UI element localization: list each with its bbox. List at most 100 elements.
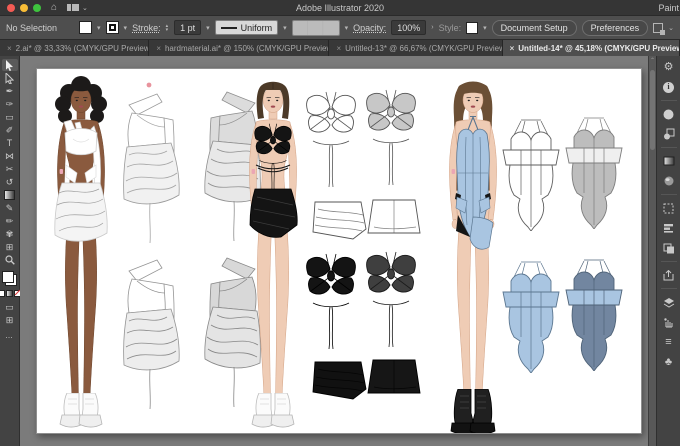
doc-tab-label: hardmaterial.ai* @ 150% (CMYK/GPU Previe… xyxy=(164,43,330,53)
gradient-button[interactable] xyxy=(6,290,13,297)
color-mode-buttons[interactable] xyxy=(0,290,21,297)
panel-icon-bar: ⚙ i ≡ ♣ xyxy=(656,56,680,446)
profile-chevron-icon[interactable]: ▾ xyxy=(283,24,287,32)
stroke-panel-icon[interactable]: ≡ xyxy=(661,335,677,349)
paintbrush-tool[interactable]: ✐ xyxy=(2,124,18,136)
fill-stroke-indicator[interactable] xyxy=(2,271,17,286)
window-title: Adobe Illustrator 2020 xyxy=(295,2,385,13)
close-tab-icon[interactable]: × xyxy=(156,44,161,53)
rotate-tool[interactable]: ↺ xyxy=(2,176,18,188)
model-b-illustration[interactable] xyxy=(248,81,298,428)
style-label: Style: xyxy=(438,22,462,33)
symbol-sprayer-tool[interactable]: ✾ xyxy=(2,228,18,240)
panel-separator xyxy=(660,147,677,148)
fill-proxy[interactable] xyxy=(2,271,14,283)
stroke-color-swatch[interactable] xyxy=(105,21,119,34)
stroke-weight-value[interactable]: 1 pt xyxy=(174,20,202,35)
look-2-flats-black[interactable] xyxy=(306,251,421,400)
style-swatch[interactable] xyxy=(466,21,479,34)
transform-panel-icon[interactable] xyxy=(661,201,677,215)
style-chevron-icon[interactable]: ▾ xyxy=(483,24,487,32)
close-tab-icon[interactable]: × xyxy=(7,44,12,53)
layers-panel-icon[interactable] xyxy=(661,295,677,309)
export-panel-icon[interactable] xyxy=(661,268,677,282)
type-tool[interactable]: T xyxy=(2,137,18,149)
look-2-flats-white[interactable] xyxy=(306,89,421,240)
brush-chevron-icon[interactable]: ▾ xyxy=(345,24,349,32)
document-setup-button[interactable]: Document Setup xyxy=(491,19,577,36)
scrollbar-thumb[interactable] xyxy=(650,70,655,150)
opacity-angle-icon[interactable]: › xyxy=(431,24,433,31)
preferences-button[interactable]: Preferences xyxy=(581,19,649,36)
curvature-tool[interactable]: ✑ xyxy=(2,98,18,110)
stroke-label[interactable]: Stroke: xyxy=(132,23,161,33)
doc-tab-label: 2.ai* @ 33,33% (CMYK/GPU Preview) xyxy=(15,43,150,53)
edit-toolbar-ellipsis[interactable]: … xyxy=(5,331,14,340)
width-tool[interactable]: ⋈ xyxy=(2,150,18,162)
stroke-chevron-icon[interactable]: ▾ xyxy=(124,24,128,32)
artboard[interactable] xyxy=(36,68,642,435)
close-tab-icon[interactable]: × xyxy=(336,44,341,53)
rectangle-tool[interactable]: ▭ xyxy=(2,111,18,123)
look-3-flats-white[interactable] xyxy=(502,117,623,231)
doc-tab-2[interactable]: × hardmaterial.ai* @ 150% (CMYK/GPU Prev… xyxy=(149,40,330,56)
look-1-flats-row-1[interactable] xyxy=(123,91,261,243)
opacity-label[interactable]: Opacity: xyxy=(353,23,386,33)
drawing-modes-icon[interactable]: ▭ xyxy=(2,301,18,313)
workspace-switcher[interactable]: Paint xyxy=(658,3,680,13)
panel-separator xyxy=(660,100,677,101)
pink-marker-dot[interactable] xyxy=(146,82,152,88)
doc-tab-4-active[interactable]: × Untitled-14* @ 45,18% (CMYK/GPU Previe… xyxy=(502,40,680,56)
opacity-value[interactable]: 100% xyxy=(391,20,427,35)
properties-panel-icon[interactable]: ⚙ xyxy=(661,60,677,74)
panel-separator xyxy=(660,288,677,289)
isolate-selection-icon[interactable] xyxy=(653,22,666,35)
doc-tab-3[interactable]: × Untitled-13* @ 66,67% (CMYK/GPU Previe… xyxy=(329,40,503,56)
scissors-tool[interactable]: ✂ xyxy=(2,163,18,175)
title-bar: ⌂ ⌄ Adobe Illustrator 2020 Paint xyxy=(0,0,680,16)
vertical-scrollbar[interactable]: ⌃ xyxy=(648,56,656,446)
align-panel-icon[interactable] xyxy=(661,221,677,235)
close-tab-icon[interactable]: × xyxy=(510,44,515,53)
symbols-panel-icon[interactable]: ♣ xyxy=(661,355,677,369)
pathfinder-panel-icon[interactable] xyxy=(661,241,677,255)
libraries-panel-icon[interactable]: i xyxy=(661,80,677,94)
artboard-tool[interactable]: ⊞ xyxy=(2,241,18,253)
color-button[interactable] xyxy=(0,290,5,297)
pen-tool[interactable]: ✒ xyxy=(2,85,18,97)
model-a-illustration[interactable] xyxy=(54,76,108,428)
end-chevron-icon[interactable]: ⌄ xyxy=(668,24,674,32)
appearance-panel-icon[interactable] xyxy=(661,174,677,188)
color-guide-panel-icon[interactable] xyxy=(661,127,677,141)
document-tab-bar: × 2.ai* @ 33,33% (CMYK/GPU Preview) × ha… xyxy=(0,40,680,56)
stroke-weight-chevron-icon[interactable]: ▾ xyxy=(206,24,210,32)
selection-tool[interactable] xyxy=(1,59,18,71)
scroll-up-icon[interactable]: ⌃ xyxy=(649,57,656,64)
gradient-tool[interactable] xyxy=(2,189,18,201)
illustrator-window: ⌂ ⌄ Adobe Illustrator 2020 Paint No Sele… xyxy=(0,0,680,446)
pencil-tool[interactable]: ✎ xyxy=(2,202,18,214)
fill-color-swatch[interactable] xyxy=(79,21,93,34)
fill-chevron-icon[interactable]: ▾ xyxy=(97,24,101,32)
shaper-tool[interactable]: ✏ xyxy=(2,215,18,227)
look-3-flats-denim[interactable] xyxy=(502,259,623,373)
selection-status: No Selection xyxy=(6,22,58,33)
doc-tab-label: Untitled-14* @ 45,18% (CMYK/GPU Preview) xyxy=(518,43,680,53)
gradient-panel-icon[interactable] xyxy=(661,154,677,168)
brush-definition-well[interactable] xyxy=(291,19,340,36)
artwork-canvas[interactable] xyxy=(37,69,641,435)
profile-line-icon xyxy=(220,26,237,29)
panel-separator xyxy=(660,261,677,262)
variable-width-profile[interactable]: Uniform xyxy=(214,20,279,35)
look-1-flats-row-2[interactable] xyxy=(123,257,261,409)
direct-selection-tool[interactable] xyxy=(2,72,18,84)
screen-mode-icon[interactable]: ⊞ xyxy=(2,314,18,326)
control-bar: No Selection ▾ ▾ Stroke: ▴ ▾ 1 pt ▾ Unifo… xyxy=(0,16,680,40)
asset-export-panel-icon[interactable] xyxy=(661,315,677,329)
canvas-pasteboard[interactable]: ⌃ xyxy=(20,56,656,446)
model-c-illustration[interactable] xyxy=(448,81,498,435)
zoom-tool[interactable] xyxy=(2,254,18,266)
color-panel-icon[interactable] xyxy=(661,107,677,121)
stroke-weight-stepper[interactable]: ▴ ▾ xyxy=(166,23,169,32)
doc-tab-1[interactable]: × 2.ai* @ 33,33% (CMYK/GPU Preview) xyxy=(0,40,150,56)
